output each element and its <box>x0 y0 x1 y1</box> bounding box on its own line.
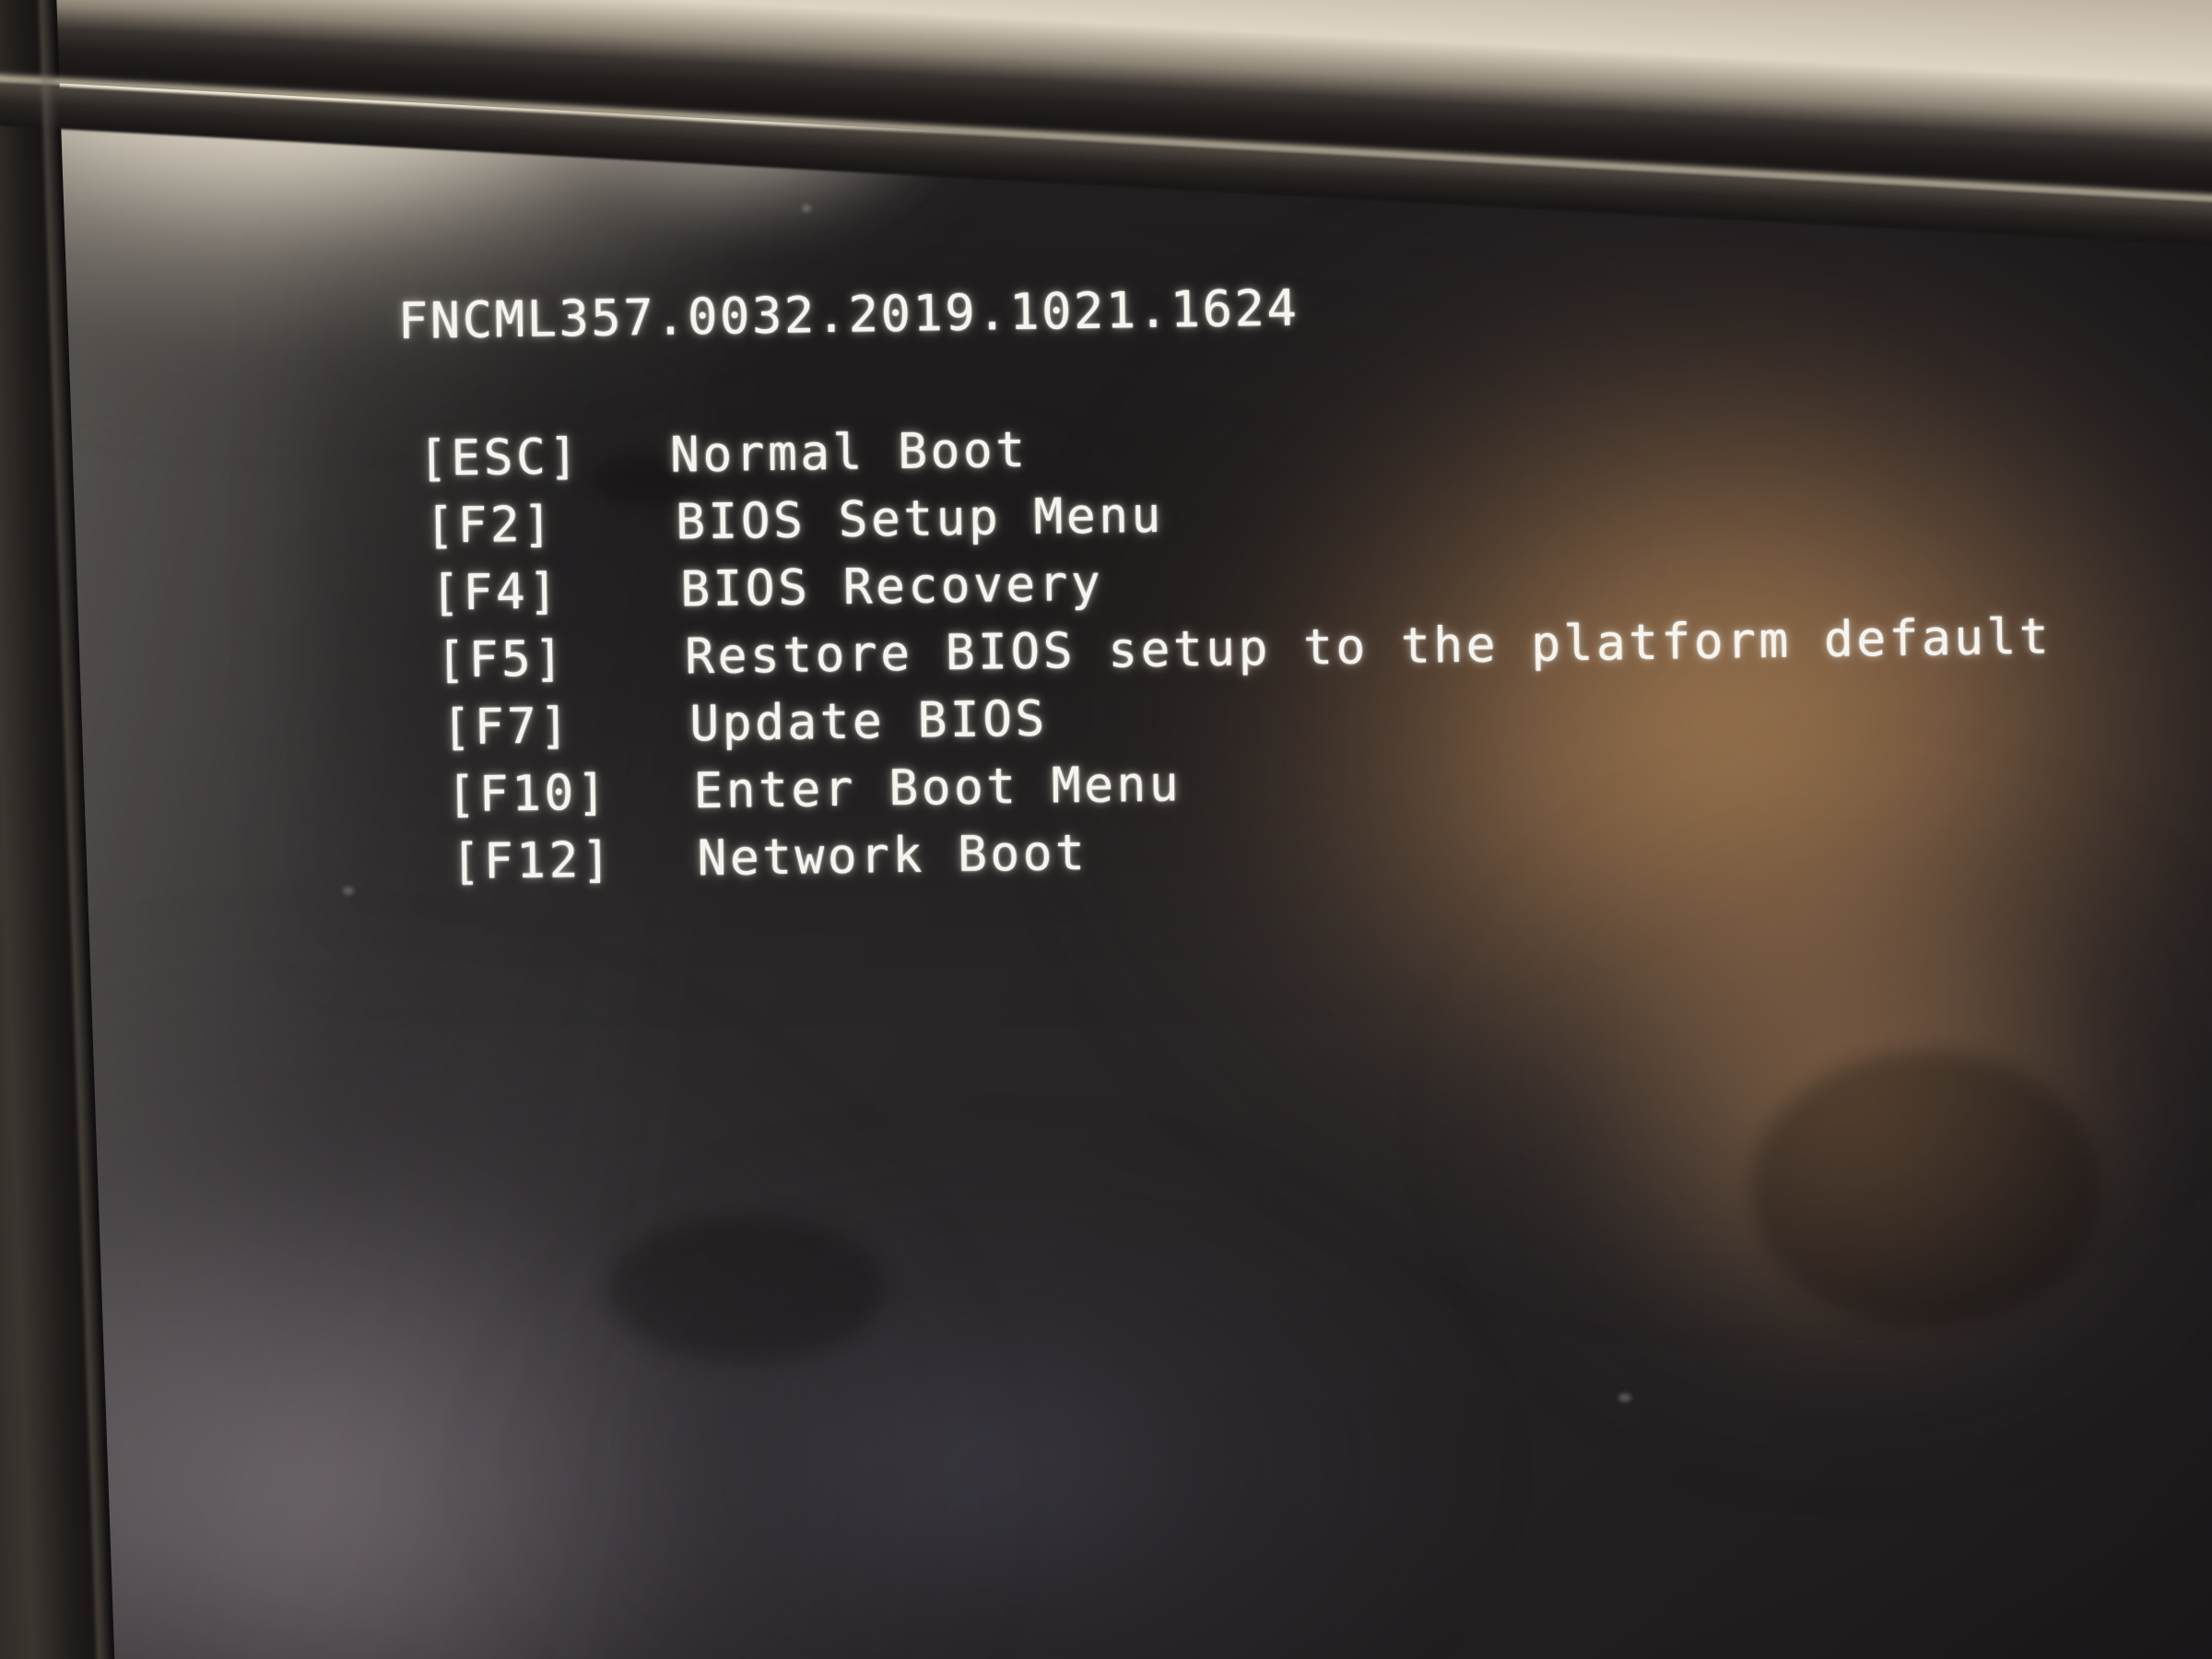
screen-photo: FNCML357.0032.2019.1021.1624 [ESC] Norma… <box>0 0 2212 1659</box>
boot-option-label: Normal Boot <box>669 421 1029 484</box>
boot-option-key: [F5] <box>435 630 567 689</box>
boot-option-f12[interactable]: [F12] Network Boot <box>424 825 1088 906</box>
boot-option-key: [F7] <box>441 698 573 757</box>
bios-screen-content: FNCML357.0032.2019.1021.1624 [ESC] Norma… <box>0 0 2212 1659</box>
boot-option-f10[interactable]: [F10] Enter Boot Menu <box>423 756 1182 839</box>
boot-option-label: Network Boot <box>697 824 1088 888</box>
boot-option-key: [F10] <box>446 764 610 824</box>
boot-option-f4[interactable]: [F4] BIOS Recovery <box>420 556 1104 637</box>
bios-version-string: FNCML357.0032.2019.1021.1624 <box>397 278 1300 350</box>
boot-option-key: [ESC] <box>418 429 582 488</box>
boot-option-key: [F2] <box>424 496 556 555</box>
boot-option-key: [F12] <box>451 831 615 891</box>
boot-option-label: Restore BIOS setup to the platform defau… <box>684 608 2053 686</box>
boot-option-f5[interactable]: [F5] Restore BIOS setup to the platform … <box>421 608 2053 704</box>
boot-option-key: [F4] <box>429 563 561 622</box>
boot-options-menu: [ESC] Normal Boot [F2] BIOS Setup Menu [… <box>418 422 2053 906</box>
boot-option-label: BIOS Setup Menu <box>675 487 1165 551</box>
boot-option-esc[interactable]: [ESC] Normal Boot <box>418 422 1029 502</box>
boot-option-label: Enter Boot Menu <box>692 756 1182 820</box>
boot-option-f2[interactable]: [F2] BIOS Setup Menu <box>419 488 1164 570</box>
boot-option-label: Update BIOS <box>688 690 1049 753</box>
boot-option-label: BIOS Recovery <box>679 555 1104 618</box>
boot-option-f7[interactable]: [F7] Update BIOS <box>422 691 1048 771</box>
